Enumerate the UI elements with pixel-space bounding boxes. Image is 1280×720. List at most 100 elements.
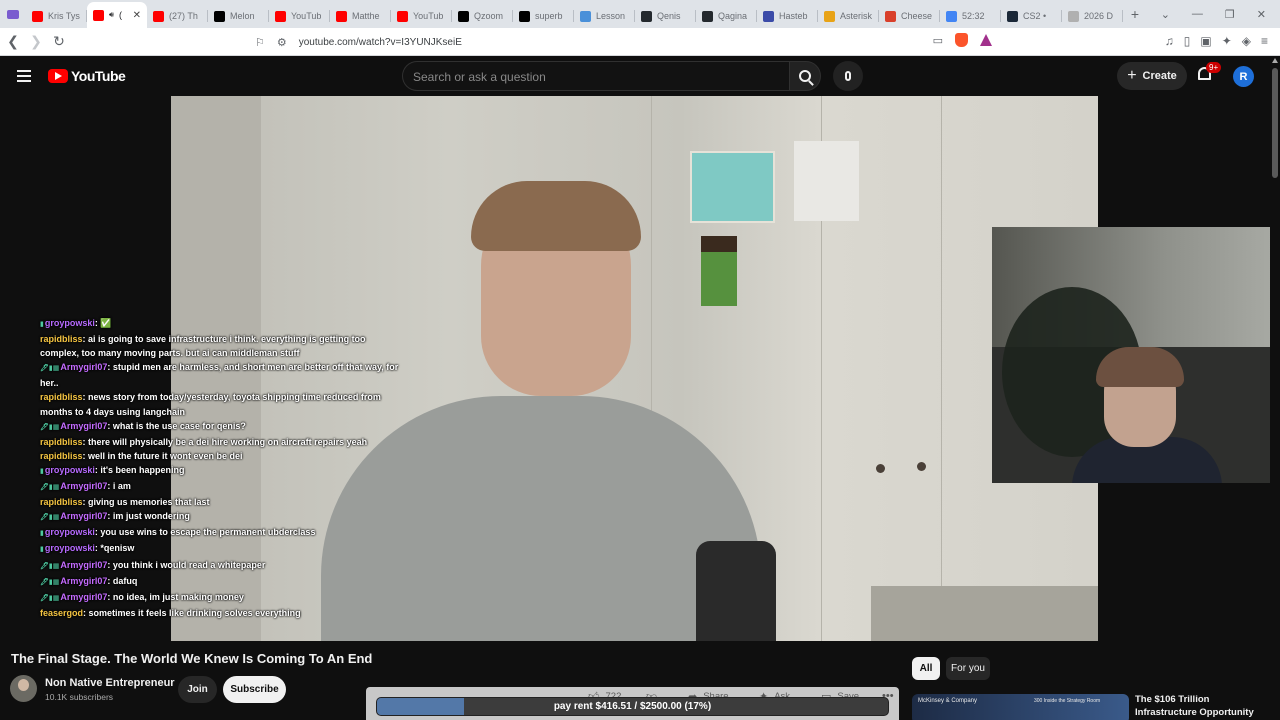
browser-tab[interactable]: Kris Tys — [26, 4, 87, 28]
browser-tab[interactable]: 🔊︎ (✕ — [87, 2, 147, 28]
minimize-icon[interactable]: — — [1192, 8, 1203, 20]
chat-text: it's been happening — [100, 464, 185, 475]
subscribe-button[interactable]: Subscribe — [223, 676, 286, 703]
browser-address-bar: ❮ ❯ ↻ ⚐ ⚙ youtube.com/watch?v=I3YUNJKsei… — [0, 28, 1280, 56]
browser-tab[interactable]: Qzoom — [452, 4, 513, 28]
youtube-logo[interactable]: YouTube — [48, 68, 126, 84]
chat-text: well in the future it wont even be dei — [88, 450, 243, 461]
cast-icon[interactable]: ▭ — [933, 34, 943, 47]
close-window-icon[interactable]: ✕ — [1257, 8, 1266, 21]
tab-search-icon[interactable]: ⌄ — [1161, 8, 1170, 21]
browser-tab[interactable]: Qenis — [635, 4, 696, 28]
hamburger-menu-icon[interactable] — [17, 70, 31, 85]
chat-badges: ▮ — [40, 467, 44, 475]
x-icon — [214, 10, 225, 22]
sidebar-icon[interactable]: ▯ — [1184, 34, 1191, 48]
youtube-header: YouTube Search or ask a question + Creat… — [0, 56, 1270, 96]
youtube-icon — [153, 10, 164, 22]
notifications-badge: 9+ — [1206, 62, 1222, 73]
join-button[interactable]: Join — [178, 676, 217, 703]
chat-message: rapidbliss: there will physically be a d… — [40, 436, 368, 447]
browser-tab[interactable]: Cheese — [879, 4, 940, 28]
browser-tab-title: Qzoom — [474, 11, 504, 21]
extensions-icon[interactable]: ✦ — [1222, 34, 1232, 48]
browser-tab[interactable]: Qagina — [696, 4, 757, 28]
channel-name[interactable]: Non Native Entrepreneur — [45, 677, 175, 689]
chat-message: 🖊▮▦Armygirl07: i am — [40, 481, 131, 492]
github-icon — [702, 10, 713, 22]
browser-tab[interactable]: CS2 • — [1001, 4, 1062, 28]
browser-tab[interactable]: superb — [513, 4, 574, 28]
new-tab-button[interactable]: + — [1123, 6, 1147, 22]
chat-message: 🖊▮▦Armygirl07: you think i would read a … — [40, 559, 266, 570]
chat-badges: ▮ — [40, 546, 44, 554]
menu-icon[interactable]: ≡ — [1261, 34, 1268, 48]
browser-tab[interactable]: 2026 D — [1062, 4, 1123, 28]
notifications-button[interactable]: 9+ — [1197, 62, 1222, 85]
chat-message: rapidbliss: news story from today/yester… — [40, 392, 381, 417]
site-info-icon[interactable]: ⚙ — [277, 36, 287, 49]
scroll-up-icon[interactable] — [1272, 58, 1278, 63]
reload-icon[interactable]: ↻ — [49, 33, 69, 50]
chip-all[interactable]: All — [912, 657, 940, 680]
thumbnail-text-left: McKinsey & Company — [918, 698, 978, 704]
create-button[interactable]: + Create — [1117, 62, 1187, 90]
account-avatar[interactable]: R — [1233, 66, 1254, 87]
chat-username: Armygirl07 — [60, 481, 108, 492]
recommendation-title[interactable]: The $106 Trillion Infrastructure Opportu… — [1135, 693, 1260, 719]
chip-for-you[interactable]: For you — [946, 657, 990, 680]
vpn-icon[interactable]: ◈ — [1242, 34, 1251, 48]
search-input[interactable]: Search or ask a question — [402, 61, 789, 91]
wallet-icon[interactable]: ▣ — [1200, 34, 1211, 48]
wall-figure — [701, 236, 737, 306]
webcam-overlay — [992, 227, 1280, 483]
chat-message: feasergod: sometimes it feels like drink… — [40, 607, 301, 618]
chat-username: Armygirl07 — [60, 591, 108, 602]
youtube-icon — [336, 10, 347, 22]
speaker-icon[interactable]: 🔊︎ — [109, 10, 114, 20]
browser-tab[interactable]: Matthe — [330, 4, 391, 28]
browser-tab[interactable]: Asterisk — [818, 4, 879, 28]
chat-message: 🖊▮▦Armygirl07: dafuq — [40, 575, 138, 586]
workspace-icon[interactable] — [0, 0, 26, 28]
brave-shields-icon[interactable] — [955, 33, 968, 47]
maximize-icon[interactable]: ❐ — [1225, 8, 1235, 21]
chat-badges: 🖊▮▦ — [40, 484, 60, 492]
search-button[interactable] — [789, 61, 821, 91]
recommendation-thumbnail[interactable]: McKinsey & Company 300 Inside the Strate… — [912, 694, 1129, 720]
back-icon[interactable]: ❮ — [3, 33, 23, 50]
bookmark-icon[interactable]: ⚐ — [255, 36, 265, 49]
media-icon[interactable]: ♫ — [1165, 34, 1174, 48]
chat-text: you think i would read a whitepaper — [112, 559, 266, 570]
browser-tab[interactable]: YouTub — [269, 4, 330, 28]
url-field[interactable]: ⚐ ⚙ youtube.com/watch?v=I3YUNJKseiE — [255, 31, 1000, 53]
browser-tab[interactable]: Lesson — [574, 4, 635, 28]
browser-tab[interactable]: YouTub — [391, 4, 452, 28]
browser-tab-title: Matthe — [352, 11, 380, 21]
scrollbar-thumb[interactable] — [1272, 68, 1278, 178]
browser-tab[interactable]: 52:32 — [940, 4, 1001, 28]
chat-badges: ▮ — [40, 321, 44, 328]
browser-tab[interactable]: Hasteb — [757, 4, 818, 28]
chat-text: *qenisw — [100, 543, 135, 554]
chat-text: dafuq — [112, 575, 138, 586]
chat-username: groypowski — [44, 543, 95, 554]
chat-username: groypowski — [44, 527, 95, 538]
chat-badges: 🖊▮▦ — [40, 423, 60, 431]
page-scrollbar[interactable] — [1270, 56, 1280, 720]
voice-search-button[interactable] — [833, 61, 863, 91]
channel-avatar[interactable] — [10, 675, 37, 702]
chat-badges: ▮ — [40, 530, 44, 538]
browser-tab[interactable]: (27) Th — [147, 4, 208, 28]
streamer-hair — [471, 181, 641, 251]
browser-tab-title: 52:32 — [962, 11, 985, 21]
url-text[interactable]: youtube.com/watch?v=I3YUNJKseiE — [299, 37, 462, 48]
forward-icon[interactable]: ❯ — [26, 33, 46, 50]
browser-tab[interactable]: Melon — [208, 4, 269, 28]
close-tab-icon[interactable]: ✕ — [133, 10, 141, 21]
github-icon — [641, 10, 652, 22]
brave-rewards-icon[interactable] — [980, 34, 992, 46]
google-icon — [946, 10, 957, 22]
chat-message: ▮groypowski: it's been happening — [40, 464, 185, 475]
chat-message: ▮groypowski: *qenisw — [40, 543, 135, 554]
